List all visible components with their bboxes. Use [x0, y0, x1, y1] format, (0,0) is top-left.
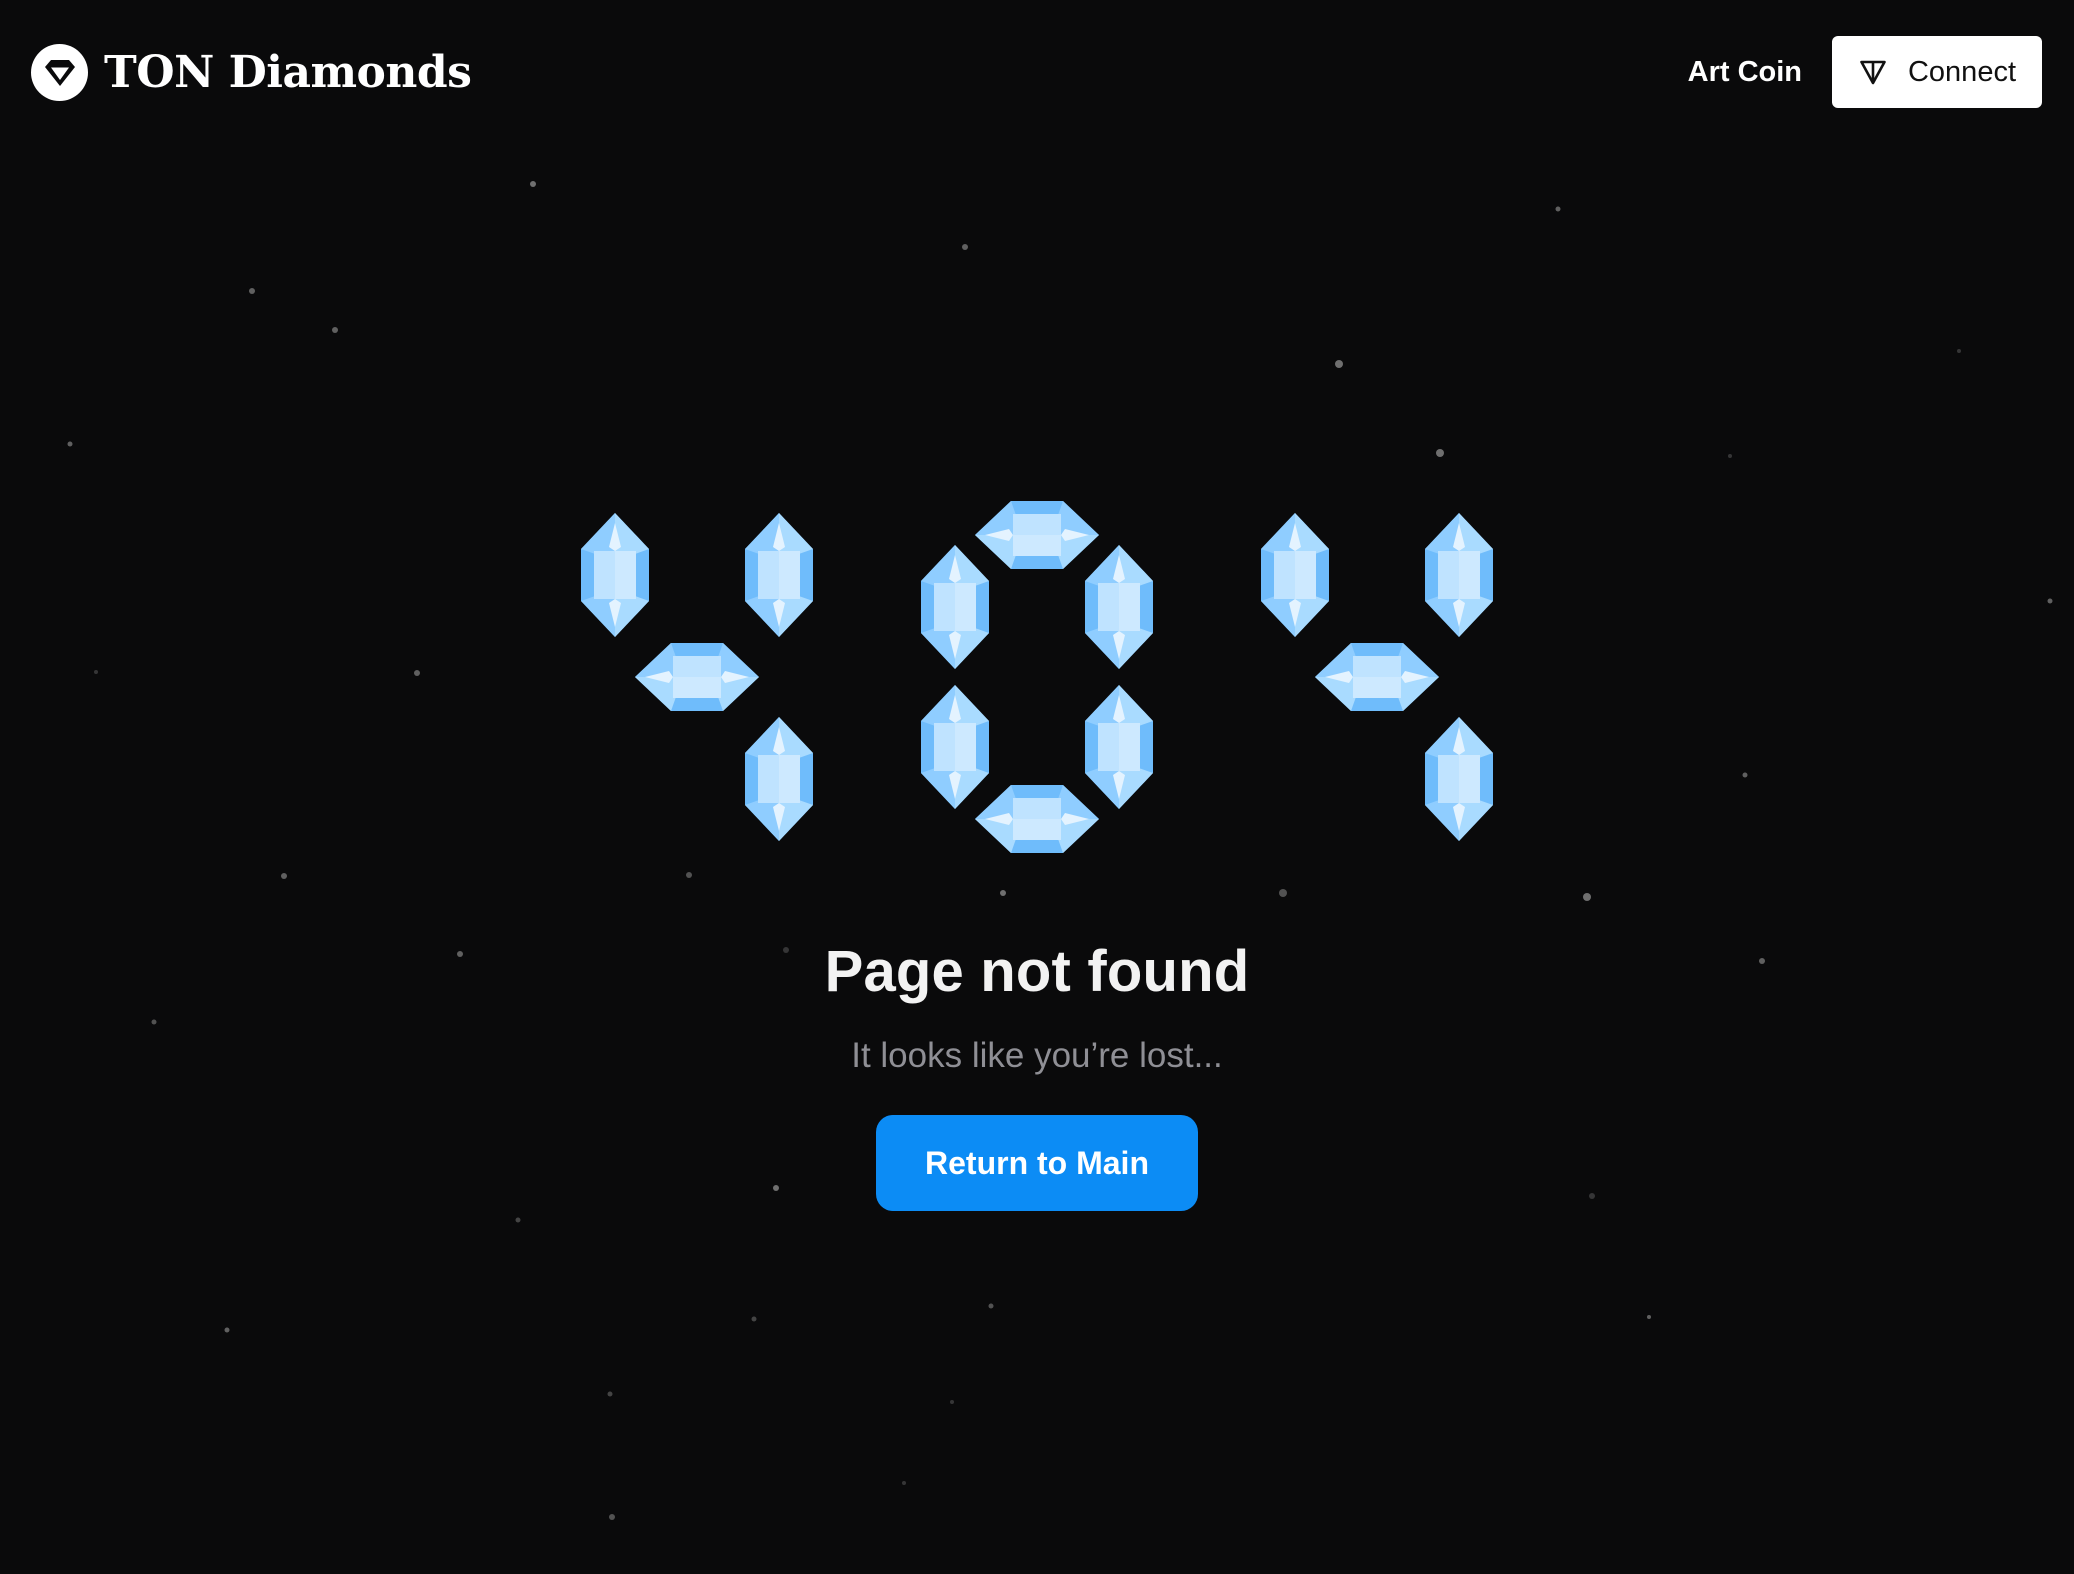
digit-0 — [921, 501, 1153, 853]
crystal-icon — [1425, 717, 1493, 841]
crystal-icon — [1315, 643, 1439, 711]
digit-4-left — [581, 513, 813, 841]
crystal-icon — [921, 545, 989, 669]
crystal-icon — [1085, 685, 1153, 809]
crystal-icon — [635, 643, 759, 711]
not-found-page: TON Diamonds Art Coin Connect Page not f… — [0, 0, 2074, 1574]
digit-4-right — [1261, 513, 1493, 841]
error-code-404 — [581, 0, 1493, 1574]
crystal-icon — [1425, 513, 1493, 637]
crystal-icon — [581, 513, 649, 637]
crystal-icon — [921, 685, 989, 809]
crystal-icon — [745, 717, 813, 841]
return-to-main-button[interactable]: Return to Main — [876, 1115, 1198, 1211]
crystal-icon — [975, 785, 1099, 853]
crystal-icon — [975, 501, 1099, 569]
crystal-icon — [745, 513, 813, 637]
crystal-icon — [1261, 513, 1329, 637]
page-title: Page not found — [824, 939, 1250, 1004]
crystal-icon — [1085, 545, 1153, 669]
page-subtitle: It looks like you’re lost... — [851, 1036, 1223, 1075]
